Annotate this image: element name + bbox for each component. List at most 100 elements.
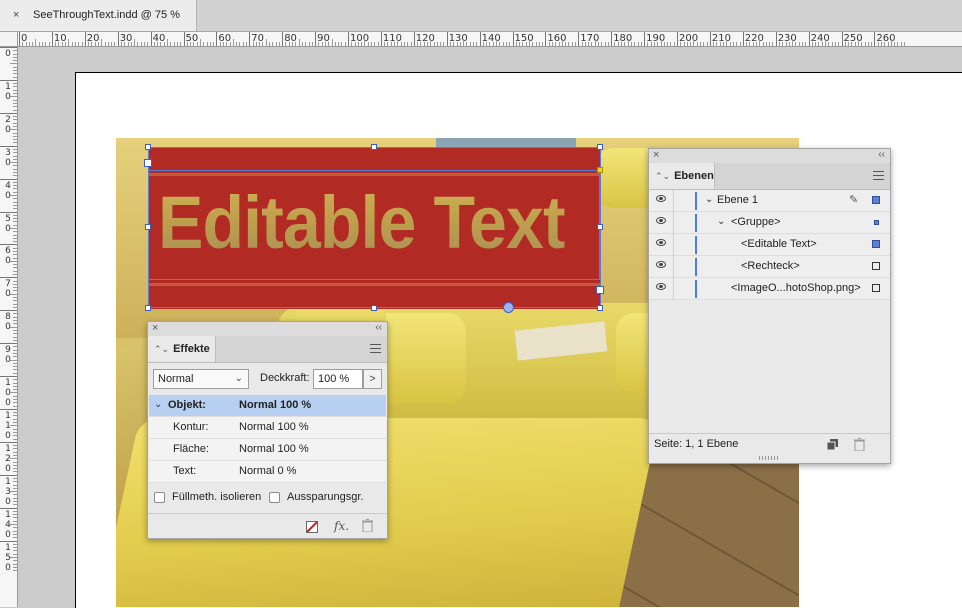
trash-icon[interactable] [854, 438, 865, 451]
ruler-minor-tick [13, 313, 17, 315]
ruler-minor-tick [193, 42, 195, 46]
resize-grip-icon[interactable] [759, 456, 779, 460]
close-panel-icon[interactable]: × [152, 322, 158, 334]
horizontal-ruler[interactable]: 0 10 20 30 40 50 60 70 80 90 100 110 120 130 140 150 160… [18, 32, 962, 47]
visibility-eye-icon[interactable] [656, 217, 666, 224]
selection-square-icon[interactable] [872, 284, 880, 292]
opacity-slider-button[interactable]: > [363, 369, 382, 389]
chevron-down-icon[interactable]: ⌄ [717, 216, 725, 227]
isolate-blending-checkbox[interactable] [154, 492, 165, 503]
trash-icon[interactable] [362, 519, 373, 532]
visibility-eye-icon[interactable] [656, 239, 666, 246]
ruler-minor-tick [13, 477, 17, 479]
ruler-minor-tick [788, 42, 790, 46]
ruler-minor-tick [10, 63, 17, 65]
ruler-label: 5 0 [5, 213, 11, 234]
ruler-minor-tick [568, 42, 570, 46]
collapse-panel-icon[interactable]: ‹‹ [375, 322, 382, 333]
clear-effects-icon[interactable] [306, 521, 318, 533]
effects-row-text[interactable]: Text: Normal 0 % [149, 461, 386, 483]
ruler-minor-tick [153, 42, 155, 46]
selection-handle[interactable] [597, 144, 603, 150]
collapse-panel-icon[interactable]: ‹‹ [878, 149, 885, 160]
ruler-tick [0, 310, 17, 312]
content-grabber-icon[interactable] [503, 302, 514, 313]
visibility-eye-icon[interactable] [656, 195, 666, 202]
close-panel-icon[interactable]: × [653, 149, 659, 161]
layer-row-ebene-1[interactable]: ⌄ Ebene 1 ✎ [649, 190, 890, 212]
effects-row-object[interactable]: ⌄ Objekt: Normal 100 % [149, 395, 386, 417]
selection-handle[interactable] [371, 144, 377, 150]
knockout-group-checkbox[interactable] [269, 492, 280, 503]
selection-handle[interactable] [596, 286, 604, 294]
ruler-minor-tick [433, 42, 435, 46]
visibility-eye-icon[interactable] [656, 283, 666, 290]
selection-handle[interactable] [145, 224, 151, 230]
corner-options-handle[interactable] [597, 167, 603, 173]
layer-row-gruppe[interactable]: ⌄ <Gruppe> [649, 212, 890, 234]
selection-handle[interactable] [597, 305, 603, 311]
selection-handle[interactable] [145, 305, 151, 311]
effects-row-fill[interactable]: Fläche: Normal 100 % [149, 439, 386, 461]
ruler-minor-tick [13, 50, 17, 52]
ruler-tick [677, 32, 678, 46]
ruler-minor-tick [496, 39, 498, 46]
ruler-minor-tick [344, 42, 346, 46]
lock-column[interactable] [673, 278, 674, 300]
effects-row-stroke[interactable]: Kontur: Normal 100 % [149, 417, 386, 439]
lock-column[interactable] [673, 256, 674, 278]
ruler-minor-tick [463, 39, 465, 46]
selection-handle[interactable] [597, 224, 603, 230]
selection-handle[interactable] [371, 305, 377, 311]
selection-square-icon[interactable] [872, 240, 880, 248]
ruler-minor-tick [640, 42, 642, 46]
selection-handle[interactable] [144, 159, 152, 167]
chevron-down-icon[interactable]: ⌄ [705, 194, 713, 205]
ruler-minor-tick [657, 42, 659, 46]
panel-menu-icon[interactable] [370, 344, 381, 353]
effects-options: Füllmeth. isolieren Aussparungsgr. [154, 491, 384, 506]
effects-row-value: Normal 0 % [239, 465, 297, 477]
selection-square-icon[interactable] [874, 220, 879, 225]
ruler-minor-tick [831, 42, 833, 46]
layer-row-image[interactable]: <ImageO...hotoShop.png> [649, 278, 890, 300]
selection-handle[interactable] [145, 144, 151, 150]
ruler-minor-tick [13, 250, 17, 252]
ruler-minor-tick [318, 42, 320, 46]
layer-row-editable-text[interactable]: <Editable Text> [649, 234, 890, 256]
selection-square-icon[interactable] [872, 196, 880, 204]
layer-row-rechteck[interactable]: <Rechteck> [649, 256, 890, 278]
ruler-minor-tick [13, 89, 17, 91]
panel-menu-icon[interactable] [873, 171, 884, 180]
ruler-minor-tick [604, 42, 606, 46]
chevron-down-icon[interactable]: ⌄ [154, 399, 162, 410]
tab-ebenen[interactable]: ⌃⌄ Ebenen [649, 163, 715, 189]
lock-column[interactable] [673, 190, 674, 212]
close-tab-icon[interactable]: × [13, 9, 19, 21]
tab-effekte[interactable]: ⌃⌄ Effekte [148, 336, 216, 362]
opacity-input[interactable]: 100 % [313, 369, 363, 389]
visibility-eye-icon[interactable] [656, 261, 666, 268]
selection-square-icon[interactable] [872, 262, 880, 270]
vertical-ruler[interactable]: 01 02 03 04 05 06 07 08 09 01 0 01 1 01 … [0, 47, 18, 607]
ruler-origin[interactable] [0, 32, 18, 47]
ruler-minor-tick [120, 42, 122, 46]
ruler-minor-tick [13, 224, 17, 226]
blend-mode-select[interactable]: Normal ⌄ [153, 369, 249, 389]
ruler-minor-tick [607, 42, 609, 46]
effects-row-label: Kontur: [173, 421, 209, 433]
effects-tabstrip: ⌃⌄ Effekte [148, 336, 387, 363]
ruler-minor-tick [331, 39, 333, 46]
ruler-minor-tick [13, 514, 17, 516]
ruler-minor-tick [13, 418, 17, 420]
ruler-tick [545, 32, 547, 46]
lock-column[interactable] [673, 234, 674, 256]
document-tab[interactable]: × SeeThroughText.indd @ 75 % [0, 0, 197, 31]
fx-icon[interactable]: fx. [334, 519, 349, 533]
effects-row-value: Normal 100 % [239, 443, 309, 455]
new-layer-icon[interactable] [827, 439, 838, 450]
lock-column[interactable] [673, 212, 674, 234]
ruler-minor-tick [10, 129, 17, 131]
ruler-minor-tick [13, 231, 17, 233]
ruler-minor-tick [13, 372, 17, 374]
